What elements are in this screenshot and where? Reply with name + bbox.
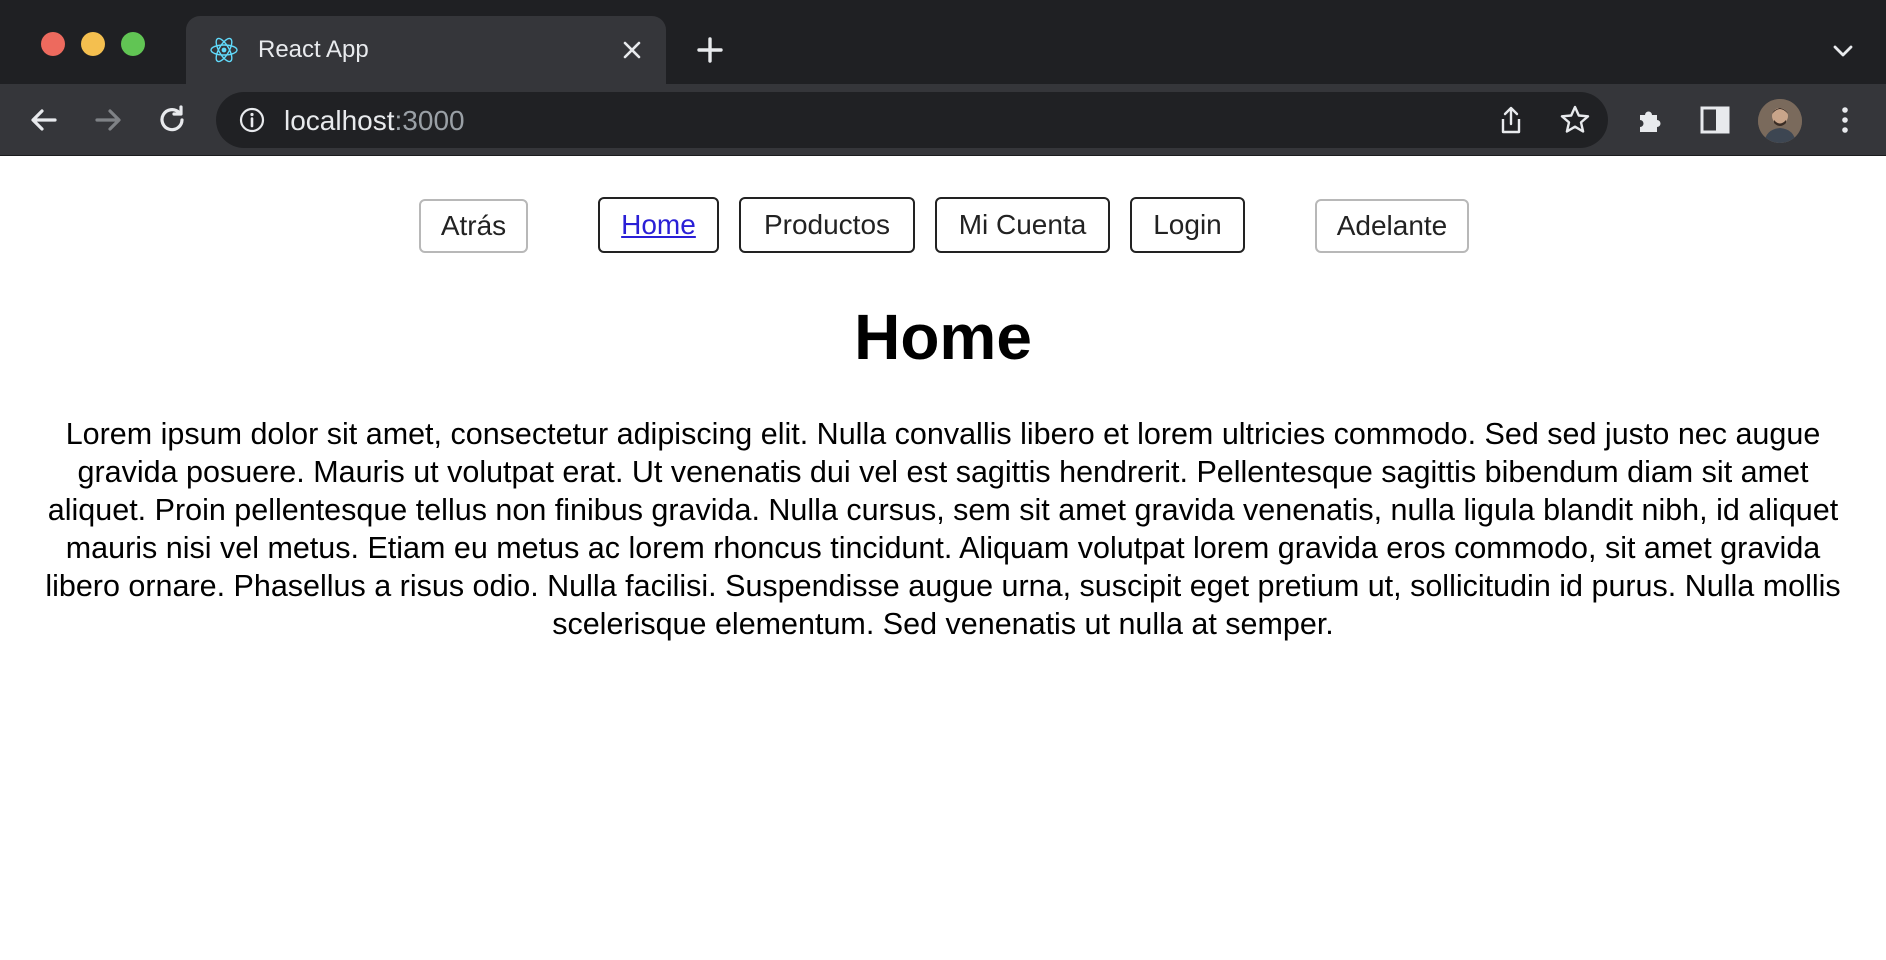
url-text: localhost:3000 <box>284 105 465 137</box>
minimize-window-button[interactable] <box>81 32 105 56</box>
forward-button[interactable]: Adelante <box>1315 199 1469 253</box>
react-icon <box>210 37 238 63</box>
products-link[interactable]: Productos <box>739 197 915 253</box>
chevron-down-icon[interactable] <box>1830 38 1856 64</box>
close-window-button[interactable] <box>41 32 65 56</box>
share-icon[interactable] <box>1494 104 1528 138</box>
url-host: localhost <box>284 105 395 136</box>
nav-bar: Atrás Home Productos Mi Cuenta Login Ade… <box>0 197 1886 253</box>
arrow-left-icon[interactable] <box>27 103 61 137</box>
tab-title: React App <box>258 36 369 63</box>
browser-tab-strip: React App <box>0 0 1886 84</box>
login-link[interactable]: Login <box>1130 197 1245 253</box>
page-content: Atrás Home Productos Mi Cuenta Login Ade… <box>0 157 1886 960</box>
maximize-window-button[interactable] <box>121 32 145 56</box>
avatar-image <box>1758 99 1802 143</box>
puzzle-icon[interactable] <box>1634 103 1668 137</box>
avatar[interactable] <box>1758 99 1802 143</box>
address-bar[interactable]: localhost:3000 <box>216 92 1608 148</box>
reload-icon[interactable] <box>155 103 189 137</box>
close-icon[interactable] <box>620 38 644 62</box>
plus-icon[interactable] <box>694 34 726 66</box>
page-title: Home <box>854 301 1032 373</box>
body-paragraph: Lorem ipsum dolor sit amet, consectetur … <box>45 417 1841 641</box>
browser-toolbar: localhost:3000 <box>0 84 1886 156</box>
home-link[interactable]: Home <box>598 197 719 253</box>
back-button[interactable]: Atrás <box>419 199 528 253</box>
account-link[interactable]: Mi Cuenta <box>935 197 1110 253</box>
star-icon[interactable] <box>1558 103 1592 137</box>
side-panel-icon[interactable] <box>1698 103 1732 137</box>
kebab-menu-icon[interactable] <box>1828 103 1862 137</box>
browser-tab[interactable]: React App <box>186 16 666 84</box>
arrow-right-icon[interactable] <box>91 103 125 137</box>
url-port: :3000 <box>394 105 465 136</box>
info-icon[interactable] <box>238 106 266 134</box>
